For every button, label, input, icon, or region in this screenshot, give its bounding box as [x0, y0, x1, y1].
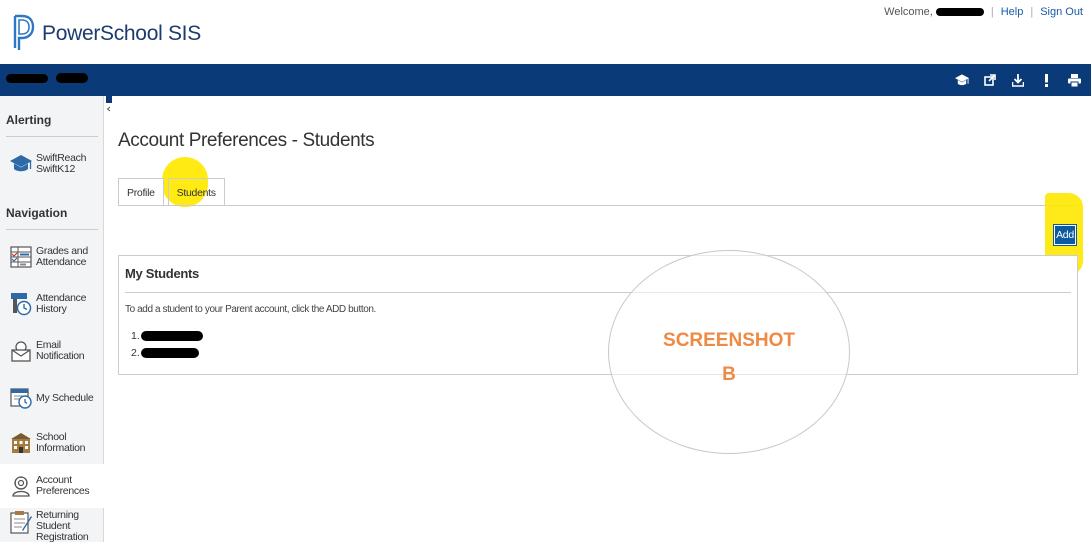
powerschool-logo-icon[interactable] — [12, 12, 36, 52]
my-students-panel: My Students To add a student to your Par… — [118, 255, 1078, 375]
alerting-heading: Alerting — [6, 113, 52, 127]
top-links: Welcome, | Help | Sign Out — [884, 6, 1083, 18]
welcome-text: Welcome, — [884, 6, 933, 18]
sidebar-item-returning-student-registration[interactable]: Returning Student Registration — [0, 506, 104, 542]
sidebar-item-label: Registration — [36, 531, 89, 542]
sidebar-divider — [6, 136, 98, 137]
sign-out-link[interactable]: Sign Out — [1040, 6, 1083, 18]
sidebar-item-label: Preferences — [36, 485, 90, 497]
panel-instructions: To add a student to your Parent account,… — [125, 304, 376, 315]
attendance-history-icon — [10, 292, 32, 316]
school-icon — [10, 431, 32, 455]
graduation-cap-icon — [10, 152, 32, 176]
help-link[interactable]: Help — [1001, 6, 1024, 18]
sidebar-item-school-information[interactable]: School Information — [0, 421, 104, 465]
graduation-cap-icon[interactable] — [955, 71, 969, 89]
download-icon[interactable] — [1011, 71, 1025, 89]
sidebar-item-label: History — [36, 303, 67, 315]
annotation-label: SCREENSHOT B — [608, 324, 850, 392]
sidebar-item-my-schedule[interactable]: My Schedule — [0, 376, 104, 420]
sidebar-divider — [6, 229, 98, 230]
account-preferences-icon — [10, 474, 32, 498]
left-sidebar: Alerting SwiftReach SwiftK12 Navigation … — [0, 96, 104, 542]
printer-icon[interactable] — [1067, 71, 1081, 89]
page-title: Account Preferences - Students — [118, 130, 375, 151]
panel-title: My Students — [125, 266, 199, 281]
sidebar-item-email-notification[interactable]: Email Notification — [0, 329, 104, 373]
registration-icon — [10, 510, 32, 534]
sidebar-item-label: Attendance — [36, 256, 87, 268]
sidebar-item-attendance-history[interactable]: Attendance History — [0, 282, 104, 326]
panel-divider — [125, 292, 1071, 293]
tab-students[interactable]: Students — [167, 178, 225, 206]
redacted-student-name[interactable] — [56, 73, 88, 83]
tab-underline — [118, 205, 1078, 206]
sidebar-item-account-preferences[interactable]: Account Preferences — [0, 464, 104, 508]
tab-profile[interactable]: Profile — [118, 178, 164, 206]
list-index: 2. — [131, 347, 140, 359]
sidebar-item-grades-attendance[interactable]: Grades and Attendance — [0, 235, 104, 279]
sidebar-item-swiftreach[interactable]: SwiftReach SwiftK12 — [0, 142, 104, 186]
sidebar-item-label: Information — [36, 442, 86, 454]
annotation-line: B — [722, 364, 736, 385]
redacted-student-name — [140, 348, 199, 358]
top-nav-bar — [0, 64, 1091, 96]
grades-icon — [10, 245, 32, 269]
redacted-user-name — [935, 8, 984, 16]
redacted-student-name — [140, 331, 203, 341]
add-student-button[interactable]: Add — [1053, 224, 1077, 246]
link-separator: | — [990, 6, 994, 18]
list-item[interactable]: 1. — [131, 330, 203, 342]
tab-bar: Profile Students — [118, 178, 225, 206]
sidebar-item-label: SwiftK12 — [36, 163, 76, 175]
list-item[interactable]: 2. — [131, 347, 199, 359]
schedule-icon — [10, 386, 32, 410]
app-name: PowerSchool SIS — [42, 22, 201, 45]
sidebar-item-label: My Schedule — [36, 391, 94, 404]
alert-icon[interactable] — [1039, 71, 1053, 89]
app-header: PowerSchool SIS Welcome, | Help | Sign O… — [0, 0, 1091, 64]
sidebar-collapse-toggle[interactable] — [106, 96, 112, 114]
navigation-heading: Navigation — [6, 206, 68, 220]
link-separator: | — [1030, 6, 1034, 18]
redacted-student-name[interactable] — [6, 74, 48, 83]
external-link-icon[interactable] — [983, 71, 997, 89]
email-icon — [10, 339, 32, 363]
annotation-line: SCREENSHOT — [663, 330, 795, 351]
sidebar-item-label: Notification — [36, 350, 85, 362]
list-index: 1. — [131, 330, 140, 342]
nav-icon-group — [955, 71, 1081, 89]
